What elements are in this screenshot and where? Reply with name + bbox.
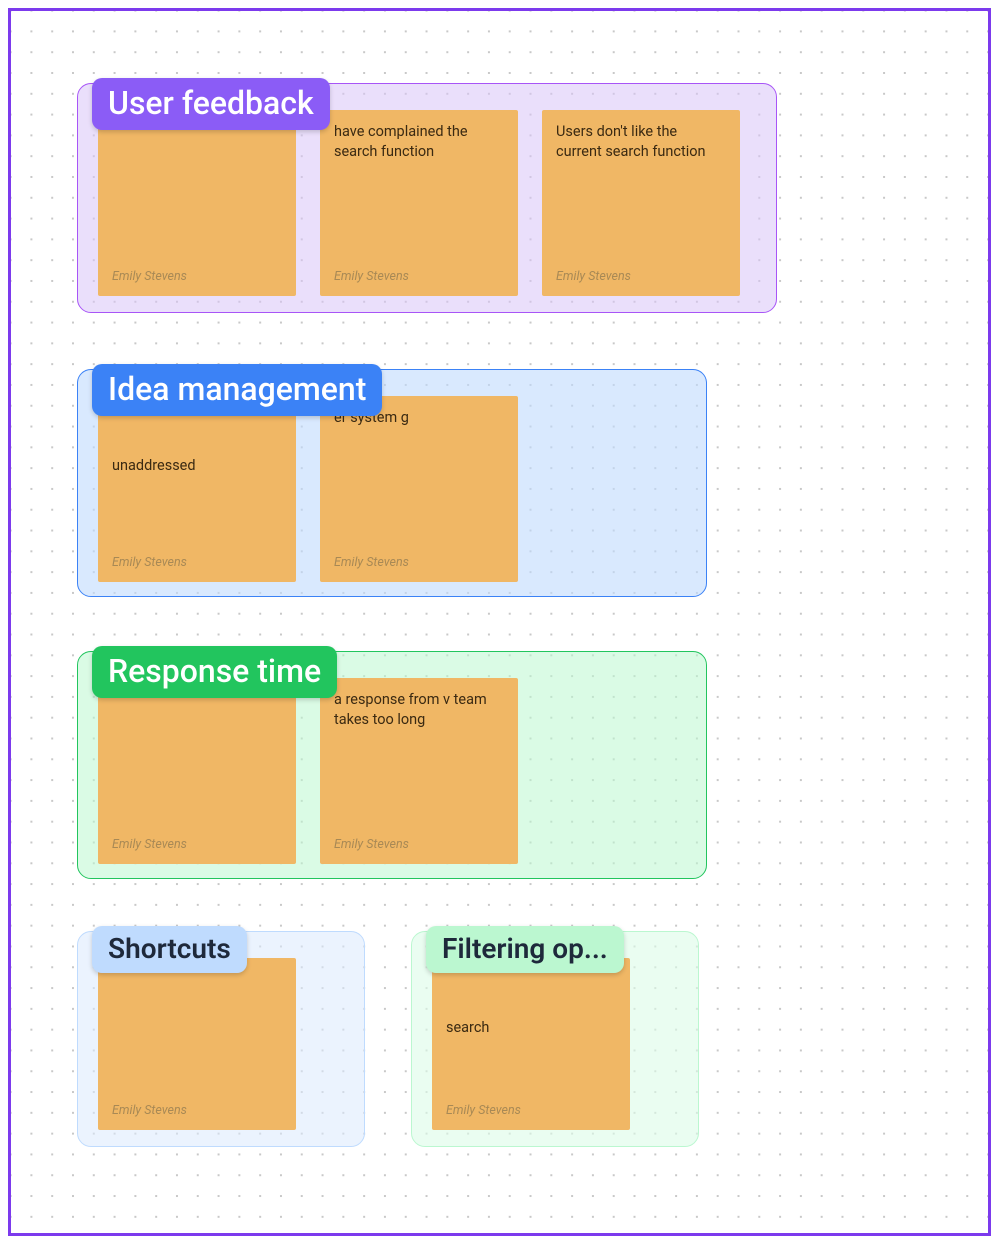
note-author: Emily Stevens [112,555,282,572]
notes-row: search Emily Stevens [432,958,678,1130]
sticky-note[interactable]: have complained the search function Emil… [320,110,518,296]
note-text: Users don't like the current search func… [556,122,726,161]
note-author: Emily Stevens [112,269,282,286]
group-title-response-time[interactable]: Response time [92,646,337,698]
sticky-note[interactable]: er system g Emily Stevens [320,396,518,582]
sticky-note[interactable]: Emily Stevens [98,958,296,1130]
affinity-canvas[interactable]: User feedback Emily Stevens have complai… [8,8,991,1236]
group-title-shortcuts[interactable]: Shortcuts [92,926,247,973]
note-text: unaddressed [112,408,282,476]
group-title-idea-management[interactable]: Idea management [92,364,382,416]
notes-row: Emily Stevens a response from v team tak… [98,678,686,864]
note-author: Emily Stevens [334,555,504,572]
note-author: Emily Stevens [112,1103,282,1120]
sticky-note[interactable]: search Emily Stevens [432,958,630,1130]
group-response-time[interactable]: Response time Emily Stevens a response f… [77,651,707,879]
group-title-filtering[interactable]: Filtering op... [426,926,624,973]
note-text: have complained the search function [334,122,504,161]
note-author: Emily Stevens [112,837,282,854]
sticky-note[interactable]: a response from v team takes too long Em… [320,678,518,864]
sticky-note[interactable]: Emily Stevens [98,678,296,864]
notes-row: Emily Stevens [98,958,344,1130]
note-author: Emily Stevens [334,269,504,286]
note-author: Emily Stevens [334,837,504,854]
group-idea-management[interactable]: Idea management unaddressed Emily Steven… [77,369,707,597]
sticky-note[interactable]: Users don't like the current search func… [542,110,740,296]
sticky-note[interactable]: unaddressed Emily Stevens [98,396,296,582]
notes-row: unaddressed Emily Stevens er system g Em… [98,396,686,582]
group-shortcuts[interactable]: Shortcuts Emily Stevens [77,931,365,1147]
group-user-feedback[interactable]: User feedback Emily Stevens have complai… [77,83,777,313]
note-text: a response from v team takes too long [334,690,504,729]
note-author: Emily Stevens [556,269,726,286]
note-text: search [446,970,616,1038]
notes-row: Emily Stevens have complained the search… [98,110,756,296]
note-author: Emily Stevens [446,1103,616,1120]
group-title-user-feedback[interactable]: User feedback [92,78,330,130]
group-filtering[interactable]: Filtering op... search Emily Stevens [411,931,699,1147]
sticky-note[interactable]: Emily Stevens [98,110,296,296]
